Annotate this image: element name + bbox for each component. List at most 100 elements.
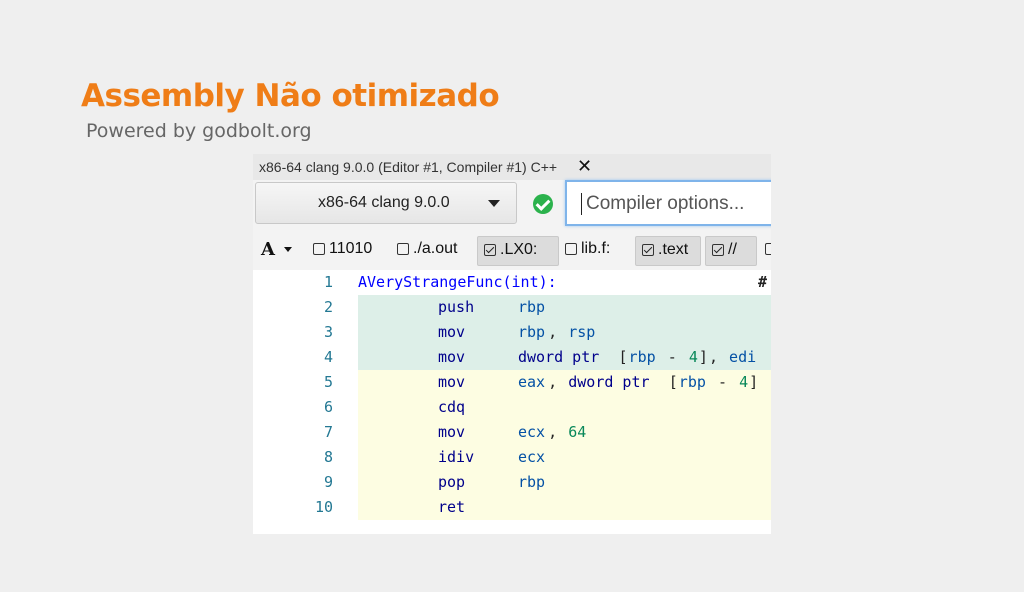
operand-token: , <box>708 348 727 366</box>
checkbox-unchecked-icon <box>313 243 325 255</box>
checkbox-unchecked-icon <box>765 243 771 255</box>
operand-token: rbp <box>628 348 656 366</box>
operand-token: , <box>548 423 567 441</box>
operand-token: [ <box>618 348 628 366</box>
filter-toggle[interactable]: lib.f: <box>565 236 631 266</box>
operand-token: 4 <box>688 348 698 366</box>
instruction-mnemonic: idiv <box>438 448 475 466</box>
code-line: 7 mov ecx, 64 <box>253 420 771 445</box>
operand-token: rbp <box>518 473 546 491</box>
operand-token: dword ptr <box>518 348 609 366</box>
code-line: 1 AVeryStrangeFunc(int): # <box>253 270 771 295</box>
operand-token: rbp <box>678 373 706 391</box>
checkbox-unchecked-icon <box>565 243 577 255</box>
compiler-toolbar: x86-64 clang 9.0.0 Compiler options... <box>253 180 771 230</box>
line-number: 7 <box>323 423 333 441</box>
filter-toggle[interactable]: ./a.out <box>397 236 472 266</box>
operand-token: ] <box>698 348 708 366</box>
code-line: 5 mov eax, dword ptr [rbp - 4] <box>253 370 771 395</box>
instruction-mnemonic: pop <box>438 473 466 491</box>
filter-label: // <box>728 241 737 258</box>
code-line: 3 mov rbp, rsp <box>253 320 771 345</box>
assembly-output: 1 AVeryStrangeFunc(int): # 2 push rbp 3 mov rbp,… <box>253 270 771 534</box>
filter-toolbar: A 11010 ./a.out .LX0: lib.f: .text // <box>253 230 771 270</box>
operand-token: ] <box>749 373 759 391</box>
operand-token: edi <box>729 348 757 366</box>
filter-toggle[interactable]: .LX0: <box>477 236 559 266</box>
operand-token: ecx <box>518 423 546 441</box>
operand-token: 64 <box>568 423 587 441</box>
filter-label: .LX0: <box>500 241 538 258</box>
operand-token: dword ptr <box>568 373 659 391</box>
code-line: 4 mov dword ptr [rbp - 4], edi <box>253 345 771 370</box>
code-content: mov rbp, rsp <box>358 320 771 345</box>
filter-toggle-overflow[interactable] <box>765 236 771 266</box>
filter-label: 11010 <box>329 240 373 257</box>
code-line: 2 push rbp <box>253 295 771 320</box>
compiler-select[interactable]: x86-64 clang 9.0.0 <box>255 182 517 224</box>
compiler-options-input[interactable]: Compiler options... <box>565 180 771 226</box>
line-number: 2 <box>323 298 333 316</box>
operand-token: rsp <box>568 323 596 341</box>
code-content: mov dword ptr [rbp - 4], edi <box>358 345 771 370</box>
operand-token: , <box>548 323 567 341</box>
instruction-mnemonic: mov <box>438 423 466 441</box>
compiler-select-label: x86-64 clang 9.0.0 <box>318 194 450 211</box>
filter-toggle[interactable]: // <box>705 236 757 266</box>
function-label: AVeryStrangeFunc(int): <box>358 273 557 291</box>
line-number: 8 <box>323 448 333 466</box>
line-number: 3 <box>323 323 333 341</box>
code-content: mov ecx, 64 <box>358 420 771 445</box>
font-caret-icon[interactable] <box>284 247 292 252</box>
filter-toggle[interactable]: .text <box>635 236 701 266</box>
operand-token: ecx <box>518 448 546 466</box>
checkbox-checked-icon <box>712 244 724 256</box>
checkbox-checked-icon <box>484 244 496 256</box>
operand-token: rbp <box>518 298 546 316</box>
operand-token: - <box>658 348 686 366</box>
operand-token: 4 <box>739 373 749 391</box>
filter-toggle[interactable]: 11010 <box>313 236 393 266</box>
line-number: 1 <box>323 273 333 291</box>
instruction-mnemonic: mov <box>438 348 466 366</box>
operand-token: [ <box>668 373 678 391</box>
caret-down-icon <box>488 200 500 207</box>
instruction-mnemonic: mov <box>438 323 466 341</box>
slide-title: Assembly Não otimizado <box>81 78 500 114</box>
font-size-button[interactable]: A <box>261 239 275 260</box>
instruction-mnemonic: mov <box>438 373 466 391</box>
compiler-panel: x86-64 clang 9.0.0 (Editor #1, Compiler … <box>253 154 771 534</box>
filter-label: ./a.out <box>413 240 458 257</box>
compiler-tab[interactable]: x86-64 clang 9.0.0 (Editor #1, Compiler … <box>253 154 771 180</box>
line-number: 9 <box>323 473 333 491</box>
code-content: cdq <box>358 395 771 420</box>
code-line: 9 pop rbp <box>253 470 771 495</box>
instruction-mnemonic: cdq <box>438 398 466 416</box>
code-content: pop rbp <box>358 470 771 495</box>
operand-token: - <box>708 373 737 391</box>
line-number: 4 <box>323 348 333 366</box>
code-content: mov eax, dword ptr [rbp - 4] <box>358 370 771 395</box>
instruction-mnemonic: ret <box>438 498 466 516</box>
compiler-options-placeholder: Compiler options... <box>581 193 744 215</box>
code-content: idiv ecx <box>358 445 771 470</box>
compile-status-check-icon[interactable] <box>533 194 553 214</box>
instruction-mnemonic: push <box>438 298 475 316</box>
line-number: 10 <box>314 498 333 516</box>
checkbox-unchecked-icon <box>397 243 409 255</box>
code-content: ret <box>358 495 771 520</box>
slide-subtitle: Powered by godbolt.org <box>86 120 312 142</box>
code-line: 10 ret <box>253 495 771 520</box>
line-number: 6 <box>323 398 333 416</box>
filter-label: lib.f: <box>581 240 611 257</box>
checkbox-checked-icon <box>642 244 654 256</box>
close-icon[interactable]: ✕ <box>577 156 592 177</box>
code-content: AVeryStrangeFunc(int): # <box>358 270 771 295</box>
code-line: 6 cdq <box>253 395 771 420</box>
tab-title: x86-64 clang 9.0.0 (Editor #1, Compiler … <box>259 159 558 175</box>
operand-token: rbp <box>518 323 546 341</box>
code-content: push rbp <box>358 295 771 320</box>
filter-label: .text <box>658 241 689 258</box>
line-number: 5 <box>323 373 333 391</box>
operand-token: , <box>548 373 567 391</box>
